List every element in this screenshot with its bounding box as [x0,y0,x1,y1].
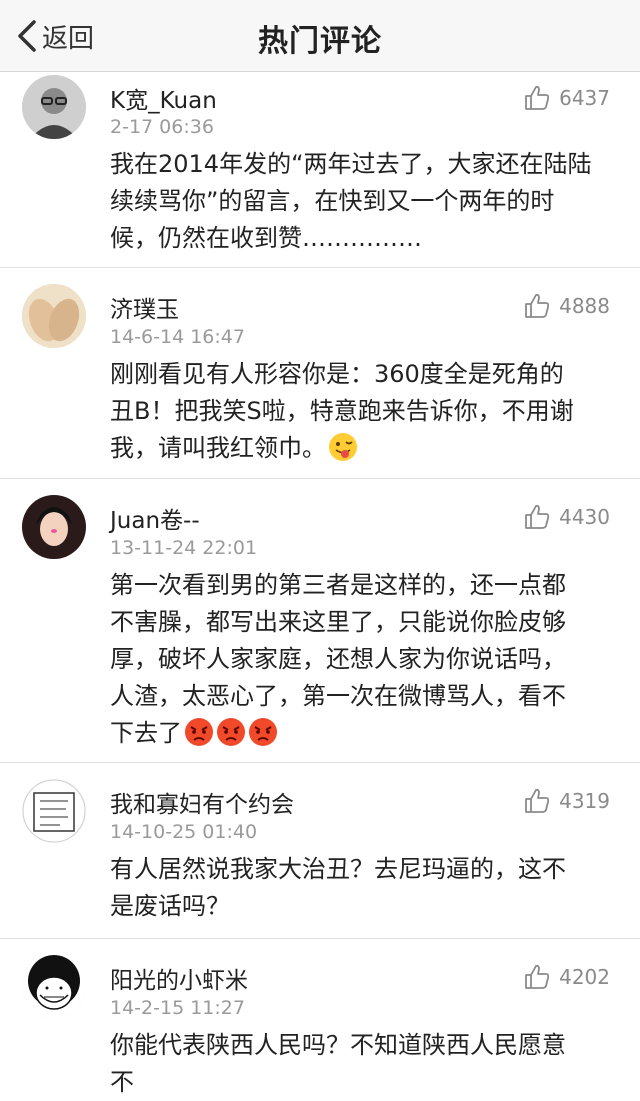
comment-list: K宽_Kuan 2-17 06:36 6437 我在2014年发的“两年过去了，… [0,73,640,1101]
like-button[interactable]: 4430 [523,503,610,531]
comment-time: 14-6-14 16:47 [110,326,245,348]
like-button[interactable]: 6437 [523,84,610,112]
thumbs-up-icon [525,964,550,989]
comment-text: 刚刚看见有人形容你是：360度全是死角的 丑B！把我笑S啦，特意跑来告诉你，不用… [110,360,574,462]
comment-username[interactable]: 济璞玉 [110,290,179,324]
comment-item: 阳光的小虾米 14-2-15 11:27 4202 你能代表陕西人民吗？不知道陕… [0,939,640,1101]
angry-emoji [249,718,277,746]
like-count: 6437 [559,86,610,110]
avatar[interactable] [22,284,86,348]
like-button[interactable]: 4202 [523,963,610,991]
avatar[interactable] [22,955,86,1019]
comment-username[interactable]: 我和寡妇有个约会 [110,785,294,819]
comment-item: Juan卷-- 13-11-24 22:01 4430 第一次看到男的第三者是这… [0,479,640,763]
comment-username[interactable]: Juan卷-- [110,501,200,535]
like-button[interactable]: 4888 [523,292,610,320]
like-count: 4430 [559,505,610,529]
like-count: 4319 [559,789,610,813]
comment-username[interactable]: K宽_Kuan [110,81,217,115]
nav-bar: 返回 热门评论 [0,0,640,72]
comment-text: 我在2014年发的“两年过去了，大家还在陆陆 续续骂你”的留言，在快到又一个两年… [110,150,592,252]
like-button[interactable]: 4319 [523,787,610,815]
like-count: 4888 [559,294,610,318]
thumbs-up-icon [525,293,550,318]
comment-text: 你能代表陕西人民吗？不知道陕西人民愿意 不 [110,1031,566,1096]
like-count: 4202 [559,965,610,989]
tongue-out-emoji [329,433,357,461]
comment-item: 济璞玉 14-6-14 16:47 4888 刚刚看见有人形容你是：360度全是… [0,268,640,479]
angry-emoji [185,718,213,746]
comment-text: 有人居然说我家大治丑？去尼玛逼的，这不 是废话吗？ [110,855,566,920]
comment-item: K宽_Kuan 2-17 06:36 6437 我在2014年发的“两年过去了，… [0,73,640,268]
comment-time: 2-17 06:36 [110,116,214,138]
avatar[interactable] [22,779,86,843]
page-title: 热门评论 [258,24,382,59]
comment-text: 第一次看到男的第三者是这样的，还一点都 不害臊，都写出来这里了，只能说你脸皮够 … [110,571,566,747]
thumbs-up-icon [525,85,550,110]
comment-time: 14-2-15 11:27 [110,997,245,1019]
comment-item: 我和寡妇有个约会 14-10-25 01:40 4319 有人居然说我家大治丑？… [0,763,640,939]
thumbs-up-icon [525,504,550,529]
thumbs-up-icon [525,788,550,813]
comment-time: 13-11-24 22:01 [110,537,258,559]
avatar[interactable] [22,495,86,559]
angry-emoji [217,718,245,746]
avatar[interactable] [22,75,86,139]
comment-username[interactable]: 阳光的小虾米 [110,961,248,995]
comment-time: 14-10-25 01:40 [110,821,258,843]
